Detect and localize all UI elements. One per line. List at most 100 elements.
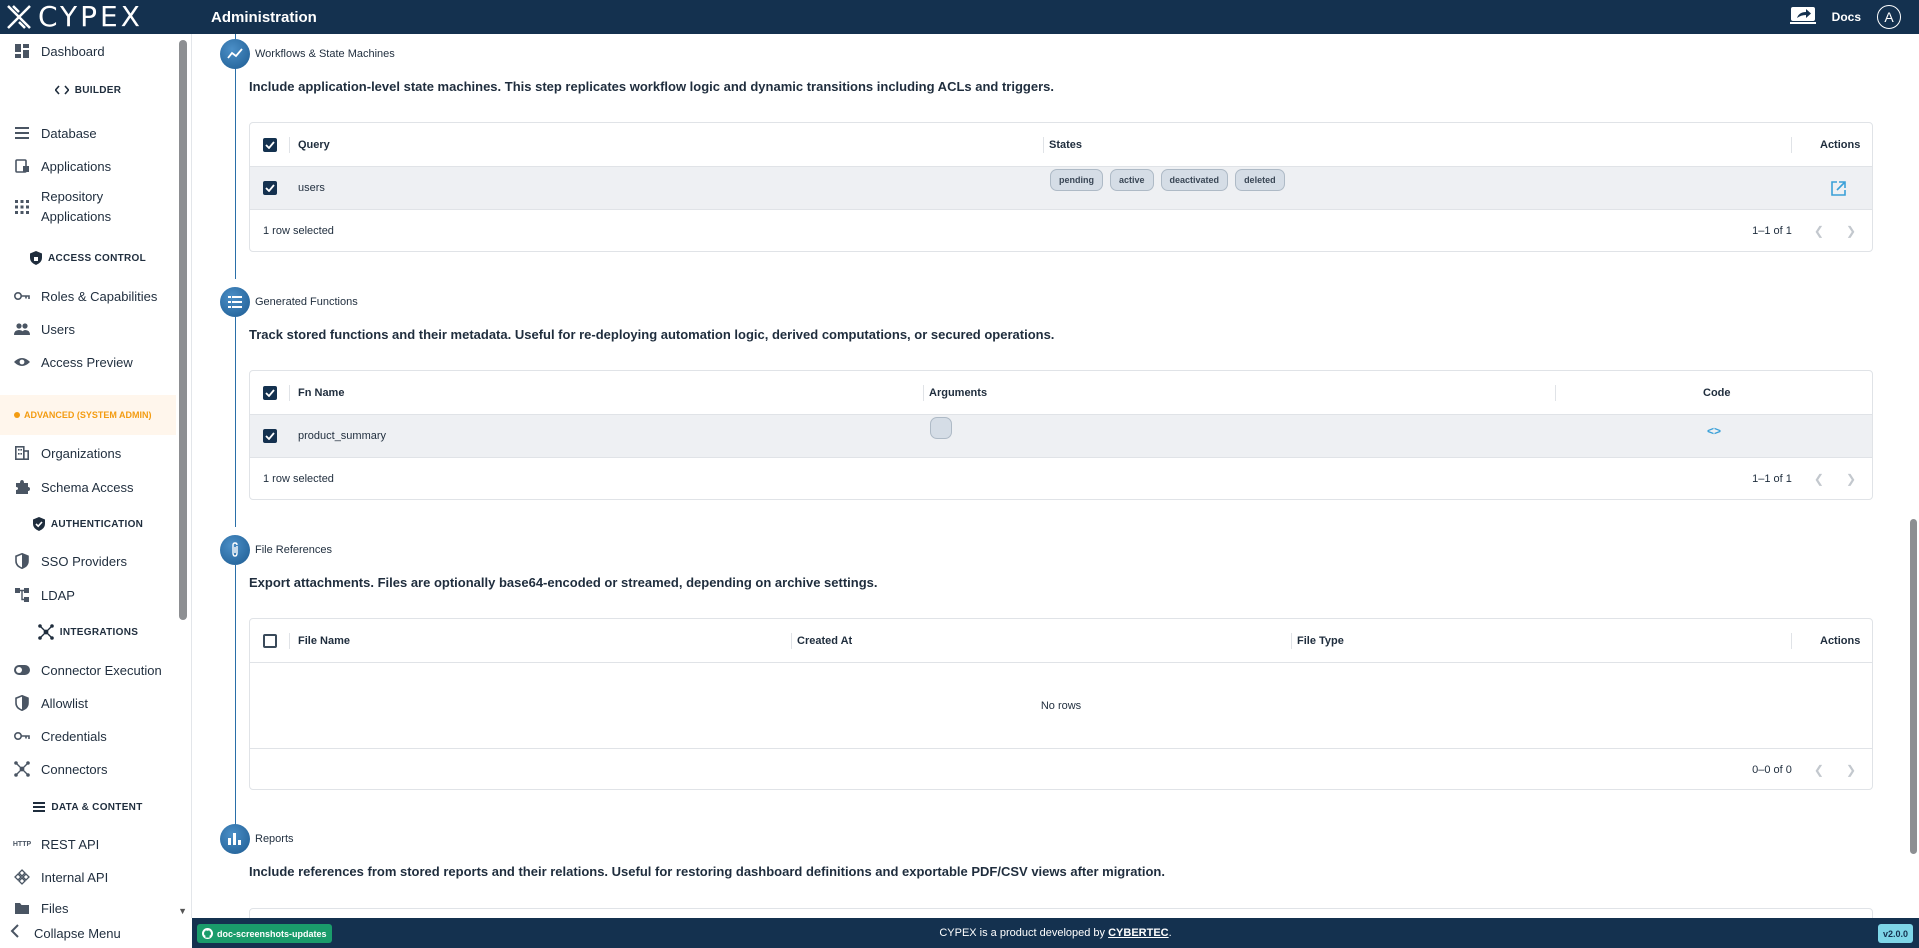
sidebar-item-schema-access[interactable]: Schema Access [0,474,176,500]
shield-icon [13,694,31,712]
open-external-icon[interactable] [1831,167,1846,209]
column-header-actions[interactable]: Actions [1820,123,1860,166]
sidebar-item-label: Repository [41,189,104,204]
column-header-fn-name[interactable]: Fn Name [298,371,344,414]
hub-icon [37,624,54,640]
table-header: File Name Created At File Type Actions [250,619,1872,663]
main-content: Workflows & State Machines Include appli… [192,34,1919,918]
collapse-menu-button[interactable]: Collapse Menu [0,918,192,948]
toggle-icon [13,661,31,679]
sidebar-item-database[interactable]: Database [0,120,176,146]
sidebar-item-internal-api[interactable]: Internal API [0,864,176,890]
column-header-actions[interactable]: Actions [1820,619,1860,662]
sidebar-item-roles[interactable]: Roles & Capabilities [0,283,176,309]
branch-badge[interactable]: doc-screenshots-updates [197,924,332,943]
column-header-created-at[interactable]: Created At [797,619,852,662]
table-footer: 0–0 of 0 ❮ ❯ [250,748,1872,789]
select-all-checkbox[interactable] [263,619,277,662]
scroll-down-icon[interactable]: ▼ [178,906,187,916]
sidebar-item-allowlist[interactable]: Allowlist [0,690,176,716]
pagination-label: 1–1 of 1 [1752,224,1792,237]
pagination-label: 0–0 of 0 [1752,763,1792,776]
sidebar-item-label: Schema Access [41,479,134,495]
folder-icon [13,899,31,917]
column-header-file-name[interactable]: File Name [298,619,350,662]
table-header: Fn Name Arguments Code [250,371,1872,415]
column-header-file-type[interactable]: File Type [1297,619,1344,662]
docs-link[interactable]: Docs [1832,10,1861,24]
sidebar-item-label: SSO Providers [41,553,127,569]
next-page-icon[interactable]: ❯ [1846,472,1856,486]
cypex-logo[interactable]: CYPEX [0,0,193,34]
shield-lock-icon [29,251,42,265]
app-icon [13,157,31,175]
row-checkbox[interactable] [263,415,277,457]
sidebar-item-applications[interactable]: Applications [0,153,176,179]
column-header-arguments[interactable]: Arguments [929,371,987,414]
security-shield-icon [13,552,31,570]
empty-state: No rows [1040,699,1082,712]
timeline-line [235,317,236,527]
column-header-code[interactable]: Code [1703,371,1731,414]
cybertec-link[interactable]: CYBERTEC [1108,927,1169,939]
prev-page-icon[interactable]: ❮ [1814,472,1824,486]
sidebar-item-label: Files [41,900,69,916]
apps-grid-icon [13,198,31,216]
step-title: Generated Functions [255,296,358,308]
sidebar-item-organizations[interactable]: Organizations [0,440,176,466]
sidebar-item-connector-execution[interactable]: Connector Execution [0,657,176,683]
next-page-icon[interactable]: ❯ [1846,224,1856,238]
avatar[interactable]: A [1877,5,1901,29]
sidebar-item-sso[interactable]: SSO Providers [0,548,176,574]
functions-step-icon [220,287,250,317]
sidebar-scrollbar[interactable] [179,40,187,620]
query-cell: users [298,182,325,194]
empty-argument-chip [930,417,952,439]
code-icon[interactable]: <> [1707,415,1721,457]
table-row[interactable]: users pending active deactivated deleted [250,167,1872,209]
prev-page-icon[interactable]: ❮ [1814,763,1824,777]
column-header-states[interactable]: States [1049,123,1082,166]
section-advanced: ADVANCED (SYSTEM ADMIN) [0,395,176,435]
sidebar: Dashboard BUILDER Database Applications … [0,34,192,918]
prev-page-icon[interactable]: ❮ [1814,224,1824,238]
functions-table: Fn Name Arguments Code product_summary <… [249,370,1873,500]
footer-text-suffix: . [1168,927,1172,939]
users-icon [13,320,31,338]
sidebar-item-credentials[interactable]: Credentials [0,723,176,749]
dashboard-icon [13,42,31,60]
warning-dot-icon [14,412,20,418]
state-chip: deleted [1235,169,1285,191]
eye-icon [13,353,31,371]
collapse-menu-label: Collapse Menu [34,925,121,941]
list-icon [13,124,31,142]
footer: doc-screenshots-updates CYPEX is a produ… [192,918,1919,948]
step-description: Track stored functions and their metadat… [249,327,1055,342]
section-authentication: AUTHENTICATION [0,514,176,534]
table-row[interactable]: product_summary <> [250,415,1872,457]
main-scrollbar[interactable] [1910,519,1917,854]
api-icon [13,868,31,886]
sidebar-item-dashboard[interactable]: Dashboard [0,38,176,64]
section-label: BUILDER [74,84,122,96]
sidebar-item-ldap[interactable]: LDAP [0,582,176,608]
next-page-icon[interactable]: ❯ [1846,763,1856,777]
logo-text: CYPEX [38,0,143,33]
workflows-table: Query States Actions users pending activ… [249,122,1873,252]
states-cell: pending active deactivated deleted [1050,167,1292,209]
tree-icon [13,586,31,604]
row-checkbox[interactable] [263,167,277,209]
state-chip: pending [1050,169,1103,191]
share-screen-icon[interactable] [1789,6,1816,29]
sidebar-item-label: Allowlist [41,695,88,711]
sidebar-item-rest-api[interactable]: HTTP REST API [0,831,176,857]
sidebar-item-connectors[interactable]: Connectors [0,756,176,782]
sidebar-item-access-preview[interactable]: Access Preview [0,349,176,375]
column-header-query[interactable]: Query [298,123,330,166]
chevron-left-icon [10,923,20,943]
sidebar-item-users[interactable]: Users [0,316,176,342]
sidebar-item-repository[interactable]: Repository Applications [0,187,176,227]
select-all-checkbox[interactable] [263,371,277,414]
sidebar-item-files[interactable]: Files [0,898,176,918]
select-all-checkbox[interactable] [263,123,277,166]
